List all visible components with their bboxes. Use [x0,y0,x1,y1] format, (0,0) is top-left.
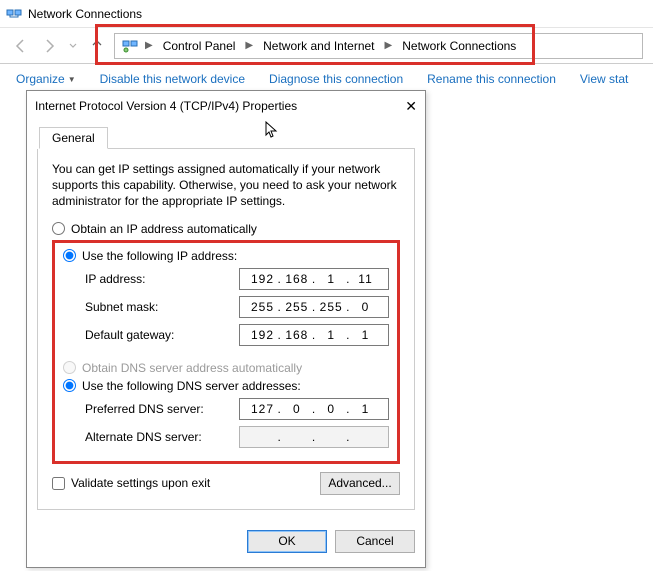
preferred-dns-field[interactable]: 127.0.0.1 [239,398,389,420]
ip-settings-group: Use the following IP address: IP address… [52,240,400,464]
ip-address-field[interactable]: 192.168.1.11 [239,268,389,290]
cancel-button[interactable]: Cancel [335,530,415,553]
breadcrumb-item[interactable]: Network and Internet [259,37,378,55]
network-connections-icon [121,37,139,55]
default-gateway-label: Default gateway: [85,328,239,342]
radio-label: Use the following IP address: [82,249,237,263]
validate-checkbox[interactable]: Validate settings upon exit [52,476,210,490]
subnet-mask-field[interactable]: 255.255.255.0 [239,296,389,318]
back-button[interactable] [10,35,32,57]
breadcrumb-item[interactable]: Network Connections [398,37,520,55]
dialog-buttons: OK Cancel [27,520,425,567]
view-status-button[interactable]: View stat [580,72,628,86]
disable-device-button[interactable]: Disable this network device [100,72,245,86]
tab-strip: General [39,127,415,149]
forward-button[interactable] [38,35,60,57]
chevron-right-icon[interactable]: ▶ [383,40,395,51]
alternate-dns-label: Alternate DNS server: [85,430,239,444]
chevron-down-icon: ▼ [68,75,76,84]
radio-obtain-ip-auto[interactable]: Obtain an IP address automatically [52,220,400,238]
address-bar-row: ▶ Control Panel ▶ Network and Internet ▶… [0,28,653,64]
breadcrumb[interactable]: ▶ Control Panel ▶ Network and Internet ▶… [114,33,643,59]
radio-label: Obtain an IP address automatically [71,222,257,236]
radio-input[interactable] [63,379,76,392]
checkbox-input[interactable] [52,477,65,490]
checkbox-label: Validate settings upon exit [71,476,210,490]
radio-input[interactable] [52,222,65,235]
dialog-titlebar[interactable]: Internet Protocol Version 4 (TCP/IPv4) P… [27,91,425,121]
ok-button[interactable]: OK [247,530,327,553]
tab-general[interactable]: General [39,127,108,149]
radio-input[interactable] [63,249,76,262]
network-icon [6,6,22,22]
window-titlebar: Network Connections [0,0,653,28]
advanced-button[interactable]: Advanced... [320,472,400,495]
organize-menu[interactable]: Organize▼ [16,72,76,86]
radio-input [63,361,76,374]
chevron-right-icon[interactable]: ▶ [243,40,255,51]
cursor-icon [265,121,279,142]
up-button[interactable] [86,35,108,57]
radio-obtain-dns-auto: Obtain DNS server address automatically [63,359,389,377]
description-text: You can get IP settings assigned automat… [52,161,400,210]
rename-button[interactable]: Rename this connection [427,72,556,86]
recent-dropdown[interactable] [66,35,80,57]
preferred-dns-label: Preferred DNS server: [85,402,239,416]
close-button[interactable]: ✕ [381,98,417,115]
radio-use-dns[interactable]: Use the following DNS server addresses: [63,377,389,395]
radio-label: Use the following DNS server addresses: [82,379,301,393]
dialog-title: Internet Protocol Version 4 (TCP/IPv4) P… [35,99,297,113]
diagnose-button[interactable]: Diagnose this connection [269,72,403,86]
default-gateway-field[interactable]: 192.168.1.1 [239,324,389,346]
radio-label: Obtain DNS server address automatically [82,361,302,375]
subnet-mask-label: Subnet mask: [85,300,239,314]
window-title: Network Connections [28,7,142,21]
breadcrumb-item[interactable]: Control Panel [159,37,240,55]
alternate-dns-field[interactable]: ... [239,426,389,448]
ipv4-properties-dialog: Internet Protocol Version 4 (TCP/IPv4) P… [26,90,426,568]
radio-use-ip[interactable]: Use the following IP address: [63,247,389,265]
chevron-right-icon[interactable]: ▶ [143,40,155,51]
ip-address-label: IP address: [85,272,239,286]
